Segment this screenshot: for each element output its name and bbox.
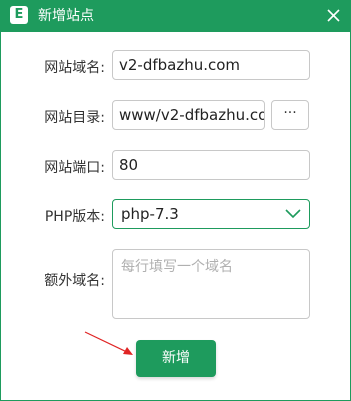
php-version-label: PHP版本: [44,209,105,225]
close-icon [326,9,340,22]
dialog-title: 新增站点 [38,8,94,24]
close-button[interactable] [320,4,346,28]
extra-domains-textarea[interactable] [112,249,310,319]
directory-input[interactable]: www/v2-dfbazhu.com [112,100,265,130]
add-site-dialog: E 新增站点 网站域名: v2-dfbazhu.com 网站目录: www/v2… [0,0,351,401]
domain-input[interactable]: v2-dfbazhu.com [112,50,310,80]
browse-directory-button[interactable]: ··· [271,100,309,130]
extra-domains-label: 额外域名: [44,273,105,289]
add-site-submit-button[interactable]: 新增 [136,340,216,377]
app-logo-icon: E [10,6,28,24]
port-input[interactable]: 80 [112,150,310,180]
port-label: 网站端口: [44,160,105,176]
title-bar: E 新增站点 [1,0,351,32]
php-version-select[interactable]: php-7.3 [112,199,310,229]
directory-label: 网站目录: [44,110,105,126]
red-arrow-icon [84,331,133,355]
php-version-value: php-7.3 [121,205,179,223]
domain-label: 网站域名: [44,60,105,76]
chevron-down-icon [285,209,301,219]
